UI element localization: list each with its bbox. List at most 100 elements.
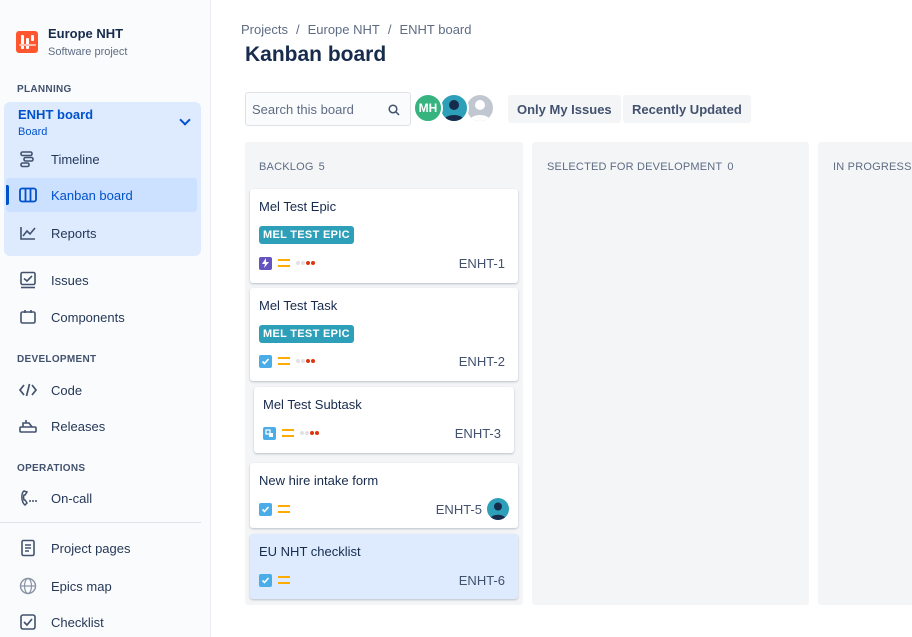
column-title: BACKLOG xyxy=(259,161,314,173)
card-title: Mel Test Task xyxy=(259,298,338,313)
card-title: New hire intake form xyxy=(259,473,379,488)
priority-medium-icon xyxy=(278,505,290,513)
reports-icon xyxy=(18,223,38,243)
only-my-issues-button[interactable]: Only My Issues xyxy=(508,95,621,123)
epics-map-icon xyxy=(18,576,38,596)
sidebar-item-timeline[interactable]: Timeline xyxy=(6,142,197,176)
card-title: Mel Test Epic xyxy=(259,199,337,214)
on-call-icon xyxy=(18,488,38,508)
column-header: BACKLOG 5 xyxy=(259,161,325,173)
page-title: Kanban board xyxy=(245,43,387,66)
kanban-board-icon xyxy=(18,185,38,205)
priority-medium-icon xyxy=(278,357,290,365)
priority-medium-icon xyxy=(278,576,290,584)
avatar-user[interactable] xyxy=(439,93,469,123)
card-enht-6[interactable]: EU NHT checklist ENHT-6 xyxy=(250,534,518,599)
issue-key[interactable]: ENHT-1 xyxy=(459,256,505,271)
project-avatar-icon xyxy=(16,31,38,53)
column-count: 5 xyxy=(318,161,325,173)
active-indicator xyxy=(6,185,9,205)
epic-type-icon xyxy=(259,256,272,270)
recently-updated-button[interactable]: Recently Updated xyxy=(623,95,751,123)
sidebar-item-label: Issues xyxy=(51,272,89,288)
issue-key[interactable]: ENHT-6 xyxy=(459,573,505,588)
assignee-avatar[interactable] xyxy=(487,498,509,520)
sidebar-item-checklist[interactable]: Checklist xyxy=(6,605,197,637)
card-enht-1[interactable]: Mel Test Epic MEL TEST EPIC ENHT-1 xyxy=(250,189,518,283)
column-header: IN PROGRESS0 xyxy=(833,161,912,173)
user-icon xyxy=(444,100,464,121)
sidebar-item-label: Project pages xyxy=(51,540,131,556)
column-title: SELECTED FOR DEVELOPMENT xyxy=(547,161,723,173)
task-type-icon xyxy=(259,354,272,368)
project-name: Europe NHT xyxy=(48,26,124,41)
epic-label[interactable]: MEL TEST EPIC xyxy=(259,226,354,244)
unassigned-user-icon xyxy=(470,100,490,121)
breadcrumb-separator: / xyxy=(295,22,300,37)
board-subtitle: Board xyxy=(18,126,48,138)
sidebar-item-code[interactable]: Code xyxy=(6,373,197,407)
search-input[interactable] xyxy=(252,101,382,117)
issue-key[interactable]: ENHT-2 xyxy=(459,354,505,369)
issue-key[interactable]: ENHT-3 xyxy=(455,426,501,441)
section-title-operations: OPERATIONS xyxy=(17,463,86,474)
sidebar-item-epics-map[interactable]: Epics map xyxy=(6,569,197,603)
project-type: Software project xyxy=(48,46,128,58)
sidebar-item-label: Timeline xyxy=(51,151,100,167)
card-enht-2[interactable]: Mel Test Task MEL TEST EPIC ENHT-2 xyxy=(250,288,518,381)
task-type-icon xyxy=(259,573,272,587)
avatar-mh[interactable]: MH xyxy=(413,93,443,123)
chevron-down-icon[interactable] xyxy=(179,114,191,126)
user-icon xyxy=(490,502,506,520)
components-icon xyxy=(18,307,38,327)
section-title-planning: PLANNING xyxy=(17,84,72,95)
avatar-unassigned[interactable] xyxy=(465,93,495,123)
sidebar-item-label: Releases xyxy=(51,418,106,434)
card-footer xyxy=(263,425,319,441)
sidebar-item-label: Code xyxy=(51,382,83,398)
checklist-icon xyxy=(18,612,38,632)
sidebar-item-releases[interactable]: Releases xyxy=(6,409,197,443)
status-dots-icon xyxy=(300,431,319,435)
sidebar-item-label: Kanban board xyxy=(51,187,133,203)
card-enht-5[interactable]: New hire intake form ENHT-5 xyxy=(250,463,518,528)
breadcrumb-board[interactable]: ENHT board xyxy=(399,22,471,37)
sidebar-divider xyxy=(0,522,201,523)
issues-icon xyxy=(18,270,38,290)
timeline-icon xyxy=(18,149,38,169)
sidebar-item-components[interactable]: Components xyxy=(6,300,197,334)
sidebar: Europe NHT Software project PLANNING ENH… xyxy=(0,0,211,637)
column-header: SELECTED FOR DEVELOPMENT 0 xyxy=(547,161,734,173)
epic-label[interactable]: MEL TEST EPIC xyxy=(259,325,354,343)
sidebar-item-reports[interactable]: Reports xyxy=(6,216,197,250)
card-footer xyxy=(259,255,315,271)
breadcrumb-separator: / xyxy=(387,22,392,37)
task-type-icon xyxy=(259,502,272,516)
sidebar-item-label: Epics map xyxy=(51,578,112,594)
column-title: IN PROGRESS xyxy=(833,161,912,173)
sidebar-item-on-call[interactable]: On-call xyxy=(6,481,197,515)
search-icon xyxy=(388,104,400,116)
board-name[interactable]: ENHT board xyxy=(18,107,93,122)
priority-medium-icon xyxy=(282,429,294,437)
card-enht-3[interactable]: Mel Test Subtask ENHT-3 xyxy=(254,387,514,453)
code-icon xyxy=(18,380,38,400)
column-backlog: BACKLOG 5 Mel Test Epic MEL TEST EPIC ENH… xyxy=(245,142,523,605)
sidebar-item-kanban-board[interactable]: Kanban board xyxy=(6,178,197,212)
priority-medium-icon xyxy=(278,259,290,267)
breadcrumb-projects[interactable]: Projects xyxy=(241,22,288,37)
status-dots-icon xyxy=(296,261,315,265)
card-footer xyxy=(259,572,290,588)
breadcrumb-project[interactable]: Europe NHT xyxy=(308,22,380,37)
sidebar-item-issues[interactable]: Issues xyxy=(6,263,197,297)
card-title: Mel Test Subtask xyxy=(263,397,362,412)
releases-icon xyxy=(18,416,38,436)
card-footer xyxy=(259,501,290,517)
board-search[interactable] xyxy=(245,92,411,126)
column-count: 0 xyxy=(727,161,734,173)
issue-key[interactable]: ENHT-5 xyxy=(436,502,482,517)
section-title-development: DEVELOPMENT xyxy=(17,354,97,365)
sidebar-item-label: Components xyxy=(51,309,125,325)
project-header[interactable]: Europe NHT Software project xyxy=(16,26,127,60)
sidebar-item-project-pages[interactable]: Project pages xyxy=(6,531,197,565)
